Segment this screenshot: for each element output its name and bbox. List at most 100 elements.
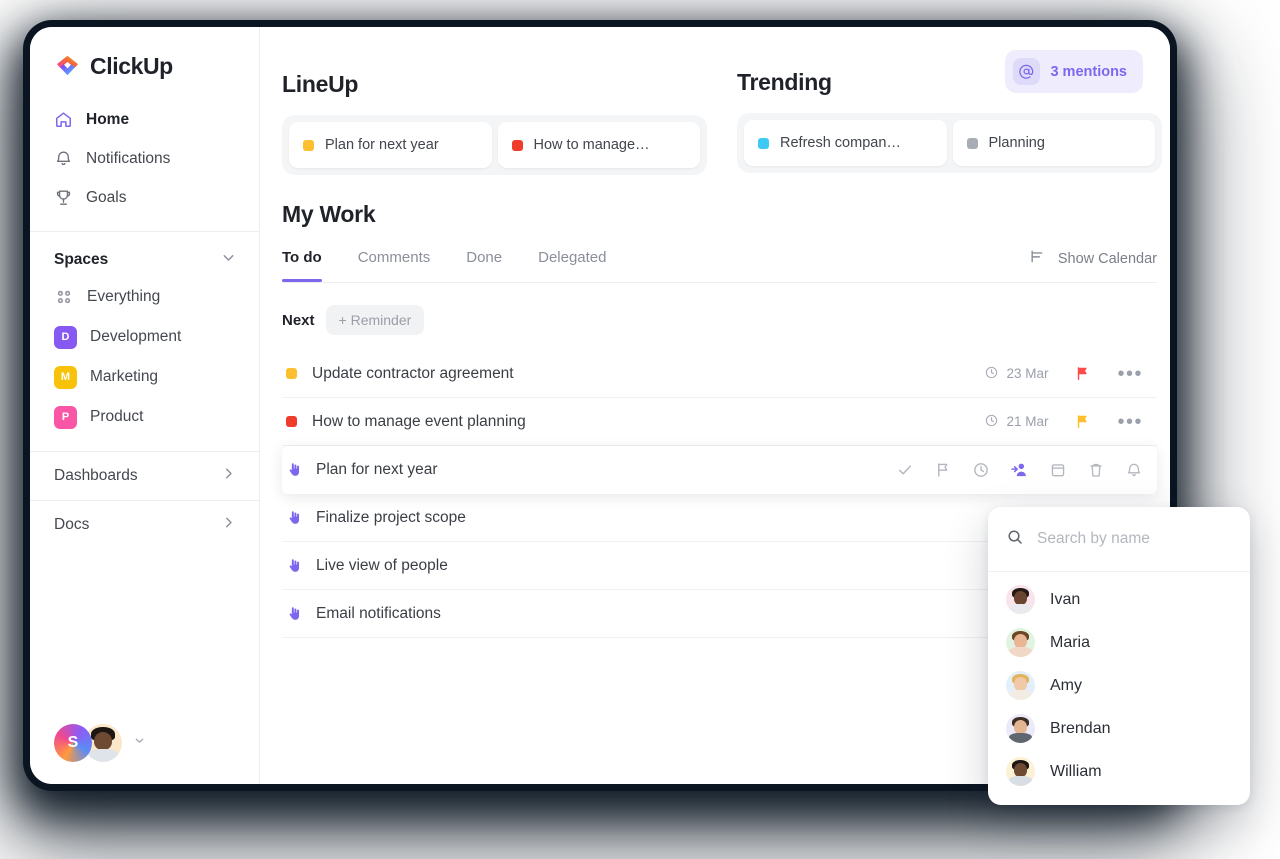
app-logo[interactable]: ClickUp <box>30 27 259 80</box>
trending-chip-tray: Refresh compan… Planning <box>737 113 1162 173</box>
assignee-name: Amy <box>1050 676 1082 694</box>
task-name: How to manage event planning <box>312 412 526 430</box>
tab-comments[interactable]: Comments <box>358 249 431 282</box>
space-badge: P <box>54 405 77 429</box>
check-icon[interactable] <box>896 461 914 479</box>
sidebar-item-home[interactable]: Home <box>30 100 259 139</box>
workspace-avatar[interactable]: S <box>54 724 92 762</box>
space-badge: D <box>54 325 77 349</box>
lineup-section: LineUp Plan for next year How to manage… <box>282 27 707 175</box>
list-item[interactable]: William <box>988 750 1250 793</box>
home-icon <box>54 110 73 129</box>
chevron-down-icon[interactable] <box>220 249 237 271</box>
divider <box>282 282 1157 283</box>
assignee-search-row <box>988 507 1250 572</box>
space-badge: M <box>54 365 77 389</box>
space-item-label: Everything <box>87 288 161 305</box>
sidebar: ClickUp Home Notifications Goals Spaces … <box>30 27 260 784</box>
sidebar-item-dashboards[interactable]: Dashboards <box>30 451 259 500</box>
space-item-label: Development <box>90 328 182 345</box>
space-item-product[interactable]: P Product <box>30 397 259 437</box>
task-due-date[interactable]: 21 Mar <box>984 413 1048 431</box>
task-quick-actions <box>896 460 1143 479</box>
lineup-chip-tray: Plan for next year How to manage… <box>282 115 707 175</box>
trending-chip[interactable]: Refresh compan… <box>744 120 947 166</box>
hand-cursor-icon <box>286 461 303 478</box>
clock-icon[interactable] <box>972 461 990 479</box>
sidebar-item-goals[interactable]: Goals <box>30 178 259 217</box>
trophy-icon <box>54 188 73 207</box>
mentions-label: 3 mentions <box>1050 63 1127 80</box>
table-row[interactable]: Update contractor agreement 23 Mar ••• <box>282 350 1157 398</box>
sidebar-item-label: Notifications <box>86 149 171 167</box>
chevron-right-icon <box>220 514 237 536</box>
tab-delegated[interactable]: Delegated <box>538 249 606 282</box>
avatar <box>1006 628 1035 657</box>
spaces-header[interactable]: Spaces <box>30 232 259 277</box>
ellipsis-icon[interactable]: ••• <box>1117 364 1143 384</box>
calendar-icon[interactable] <box>1049 461 1067 479</box>
spaces-title: Spaces <box>54 251 109 268</box>
list-item[interactable]: Brendan <box>988 707 1250 750</box>
hand-cursor-icon <box>286 605 303 622</box>
priority-flag-icon[interactable] <box>1074 413 1091 430</box>
status-dot <box>286 416 297 427</box>
task-due-label: 23 Mar <box>1006 366 1049 381</box>
status-dot <box>758 137 769 149</box>
sidebar-footer: S <box>30 724 146 762</box>
search-icon <box>1006 528 1024 551</box>
trash-icon[interactable] <box>1087 461 1105 479</box>
assign-user-icon[interactable] <box>1010 460 1029 479</box>
avatar <box>1006 714 1035 743</box>
bell-icon <box>54 149 73 168</box>
table-row[interactable]: How to manage event planning 21 Mar ••• <box>282 398 1157 446</box>
task-group-header: Next + Reminder <box>282 305 1170 335</box>
space-item-label: Product <box>90 408 144 425</box>
mentions-badge[interactable]: 3 mentions <box>1005 50 1143 93</box>
list-item[interactable]: Maria <box>988 621 1250 664</box>
search-input[interactable] <box>1037 530 1237 548</box>
flag-icon[interactable] <box>934 461 952 479</box>
status-dot <box>286 368 297 379</box>
clock-icon <box>984 413 999 431</box>
clock-icon <box>984 365 999 383</box>
my-work-tabs-bar: To do Comments Done Delegated Show Calen… <box>282 249 1157 283</box>
my-work-tabs: To do Comments Done Delegated <box>282 249 1157 282</box>
tab-todo[interactable]: To do <box>282 249 322 282</box>
priority-flag-icon[interactable] <box>1074 365 1091 382</box>
task-due-label: 21 Mar <box>1006 414 1049 429</box>
list-item[interactable]: Amy <box>988 664 1250 707</box>
trending-chip[interactable]: Planning <box>952 120 1155 166</box>
assignee-name: Maria <box>1050 633 1091 651</box>
show-calendar-button[interactable]: Show Calendar <box>1029 247 1157 271</box>
clickup-logo-icon <box>54 53 81 80</box>
task-due-date[interactable]: 23 Mar <box>984 365 1048 383</box>
space-item-everything[interactable]: Everything <box>30 277 259 317</box>
list-item[interactable]: Ivan <box>988 578 1250 621</box>
screenshot-root: ClickUp Home Notifications Goals Spaces … <box>0 0 1280 859</box>
chip-label: Plan for next year <box>325 137 439 153</box>
bell-icon[interactable] <box>1125 461 1143 479</box>
caret-down-icon[interactable] <box>133 734 146 752</box>
sidebar-item-notifications[interactable]: Notifications <box>30 139 259 178</box>
ellipsis-icon[interactable]: ••• <box>1117 412 1143 432</box>
lineup-chip[interactable]: How to manage… <box>497 122 700 168</box>
sidebar-item-label: Home <box>86 110 130 128</box>
space-item-development[interactable]: D Development <box>30 317 259 357</box>
lineup-chip[interactable]: Plan for next year <box>289 122 492 168</box>
calendar-toggle-icon <box>1029 247 1048 271</box>
tab-done[interactable]: Done <box>466 249 502 282</box>
chip-label: Refresh compan… <box>780 135 901 151</box>
task-name: Update contractor agreement <box>312 364 514 382</box>
space-item-marketing[interactable]: M Marketing <box>30 357 259 397</box>
sidebar-item-docs[interactable]: Docs <box>30 500 259 549</box>
space-item-label: Marketing <box>90 368 159 385</box>
hand-cursor-icon <box>286 557 303 574</box>
sidebar-item-label: Dashboards <box>54 467 138 484</box>
app-logo-text: ClickUp <box>90 53 173 79</box>
chevron-right-icon <box>220 465 237 487</box>
assignee-list: Ivan Maria Amy Brendan William <box>988 572 1250 793</box>
add-reminder-button[interactable]: + Reminder <box>325 305 425 335</box>
show-calendar-label: Show Calendar <box>1057 251 1157 267</box>
table-row-hovered[interactable]: Plan for next year <box>282 446 1157 494</box>
